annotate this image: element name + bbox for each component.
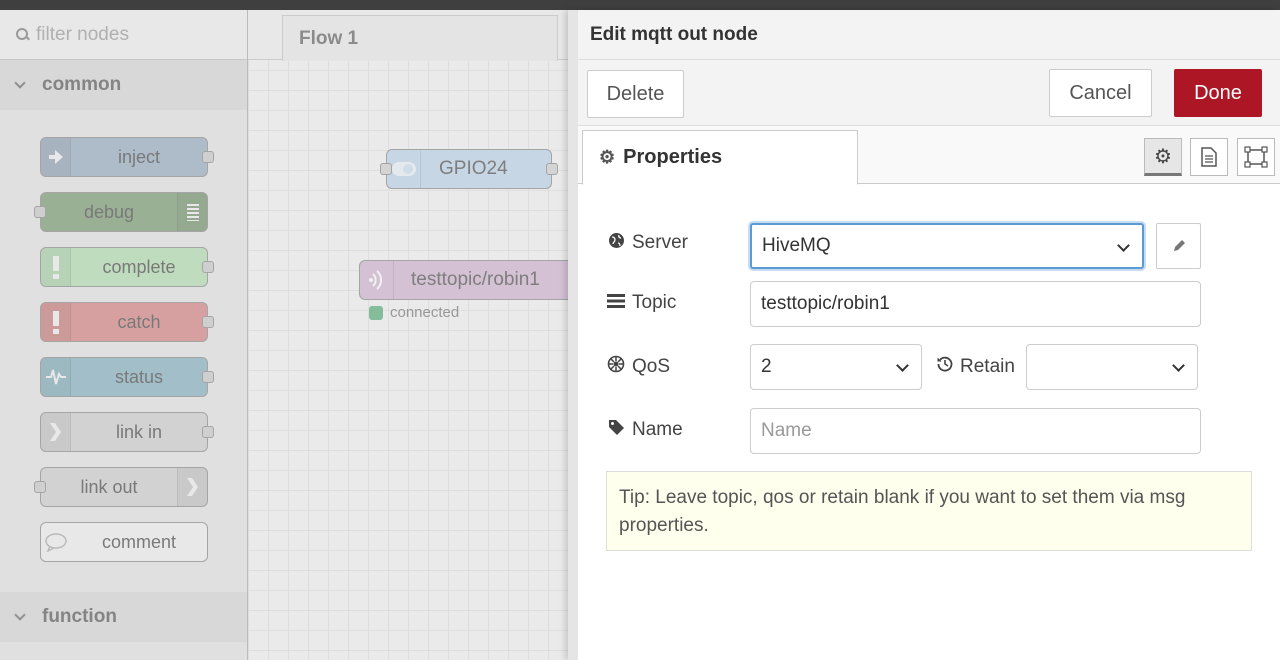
- gear-icon: ⚙: [599, 147, 616, 167]
- edit-tray: Edit mqtt out node Delete Cancel Done ⚙ …: [568, 10, 1280, 660]
- chevron-down-icon: [14, 609, 26, 621]
- tip-text: Tip: Leave topic, qos or retain blank if…: [619, 487, 1186, 536]
- flow-node-gpio24[interactable]: GPIO24: [380, 149, 558, 189]
- retain-select[interactable]: [1026, 344, 1198, 390]
- workspace-overlay: [248, 10, 568, 660]
- palette-node-link-in[interactable]: link in: [40, 412, 214, 452]
- tray-header: Edit mqtt out node: [578, 10, 1280, 60]
- topic-field[interactable]: [750, 281, 1201, 327]
- node-palette: common inject debug complete catch: [0, 10, 248, 660]
- properties-view-button[interactable]: ⚙: [1144, 138, 1182, 176]
- tag-icon: [606, 419, 626, 441]
- tray-title: Edit mqtt out node: [590, 23, 758, 45]
- topic-input[interactable]: [761, 293, 1200, 315]
- name-input[interactable]: [761, 420, 1200, 442]
- toggle-icon: [387, 150, 421, 188]
- comment-icon: [41, 523, 71, 561]
- document-icon: [1201, 147, 1217, 167]
- filter-nodes-input[interactable]: [36, 23, 236, 46]
- empire-icon: [606, 355, 626, 378]
- globe-icon: [606, 232, 626, 254]
- output-port[interactable]: [202, 151, 214, 163]
- frame-icon: [1244, 146, 1268, 168]
- tasks-icon: [606, 293, 626, 313]
- palette-node-catch[interactable]: catch: [40, 302, 214, 342]
- server-value: HiveMQ: [762, 235, 831, 256]
- edit-server-button[interactable]: [1156, 223, 1201, 269]
- history-icon: [936, 355, 954, 378]
- retain-label: Retain: [936, 355, 1015, 378]
- category-function-header[interactable]: function: [0, 592, 247, 642]
- palette-node-comment[interactable]: comment: [40, 522, 208, 562]
- name-field[interactable]: [750, 408, 1201, 454]
- workspace-tabs: Flow 1: [248, 10, 568, 61]
- output-port[interactable]: [202, 426, 214, 438]
- node-status: connected: [369, 304, 459, 321]
- category-label: function: [42, 606, 117, 627]
- flow-workspace[interactable]: Flow 1 GPIO24 testtopic/robin1 connected: [248, 10, 568, 660]
- palette-node-link-out[interactable]: link out: [34, 467, 208, 507]
- tab-label: Properties: [623, 146, 723, 168]
- search-icon: [16, 27, 30, 42]
- pencil-icon: [1173, 240, 1185, 251]
- tab-label: Flow 1: [299, 27, 359, 49]
- server-label: Server: [606, 232, 688, 254]
- palette-node-debug[interactable]: debug: [34, 192, 208, 232]
- done-button[interactable]: Done: [1174, 69, 1262, 117]
- radio-waves-icon: [360, 261, 394, 299]
- delete-button[interactable]: Delete: [587, 70, 684, 118]
- qos-label: QoS: [606, 355, 670, 378]
- qos-value: 2: [761, 356, 772, 377]
- output-port[interactable]: [202, 261, 214, 273]
- category-label: common: [42, 74, 122, 95]
- link-arrow-icon: [41, 413, 71, 451]
- palette-node-inject[interactable]: inject: [40, 137, 214, 177]
- chevron-down-icon: [14, 77, 26, 89]
- cancel-button[interactable]: Cancel: [1049, 69, 1152, 117]
- pulse-icon: [41, 358, 71, 396]
- qos-select[interactable]: 2: [750, 344, 922, 390]
- top-bar: [0, 0, 1280, 10]
- tray-toolbar: Delete Cancel Done: [578, 60, 1280, 126]
- flow-node-mqtt-out[interactable]: testtopic/robin1: [359, 260, 568, 300]
- output-port[interactable]: [546, 163, 558, 175]
- input-port[interactable]: [34, 206, 46, 218]
- gear-icon: ⚙: [1154, 145, 1172, 168]
- output-port[interactable]: [202, 316, 214, 328]
- description-view-button[interactable]: [1190, 138, 1228, 176]
- category-common-header[interactable]: common: [0, 60, 247, 110]
- palette-node-status[interactable]: status: [40, 357, 214, 397]
- output-port[interactable]: [202, 371, 214, 383]
- arrow-in-icon: [41, 138, 71, 176]
- tray-tabs: ⚙ Properties ⚙: [578, 126, 1280, 185]
- appearance-view-button[interactable]: [1237, 138, 1275, 176]
- list-icon: [177, 193, 207, 231]
- input-port[interactable]: [34, 481, 46, 493]
- palette-filter: [0, 10, 247, 60]
- exclamation-icon: [41, 248, 71, 286]
- tab-properties[interactable]: ⚙ Properties: [582, 130, 858, 185]
- name-label: Name: [606, 419, 683, 441]
- server-select[interactable]: HiveMQ: [750, 223, 1144, 269]
- status-dot: [369, 305, 383, 320]
- exclamation-icon: [41, 303, 71, 341]
- topic-label: Topic: [606, 292, 676, 314]
- link-arrow-icon: [177, 468, 207, 506]
- tab-flow-1[interactable]: Flow 1: [282, 15, 558, 61]
- tip-box: Tip: Leave topic, qos or retain blank if…: [606, 471, 1252, 551]
- status-text: connected: [390, 304, 460, 321]
- palette-node-complete[interactable]: complete: [40, 247, 214, 287]
